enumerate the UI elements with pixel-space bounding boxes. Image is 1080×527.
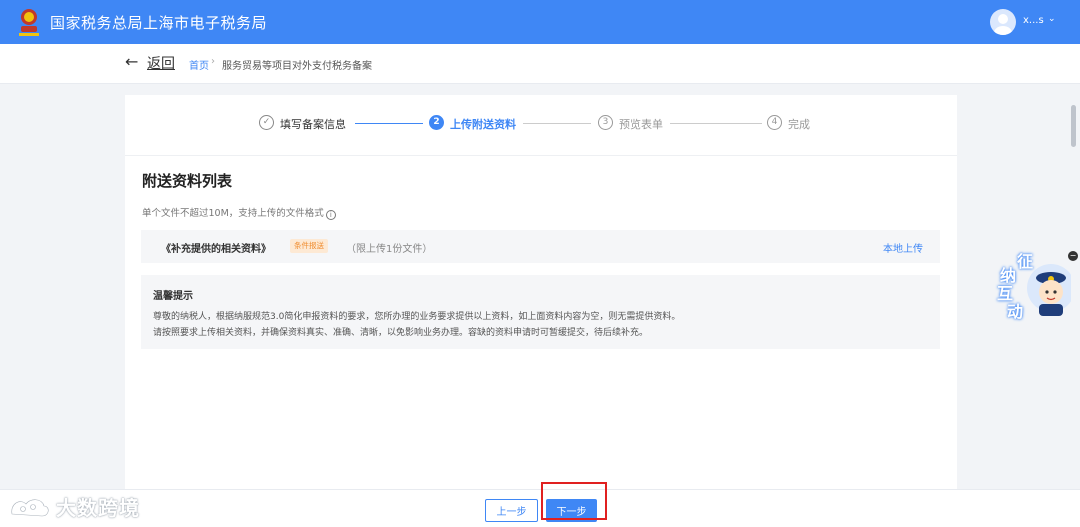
breadcrumb-separator: ›: [211, 56, 215, 67]
upload-hint: 单个文件不超过10M，支持上传的文件格式 i: [142, 205, 336, 220]
user-avatar[interactable]: [990, 9, 1016, 35]
step-2-label: 上传附送资料: [450, 118, 516, 131]
main-card: ✓ 填写备案信息 2 上传附送资料 3 预览表单 4 完成 附送资料列表 单个文…: [125, 95, 957, 490]
step-3-number: 3: [598, 115, 613, 130]
conditional-badge: 条件报送: [290, 239, 328, 253]
breadcrumb-bar: ← 返回 首页 › 服务贸易等项目对外支付税务备案: [0, 44, 1080, 84]
step-1-label: 填写备案信息: [280, 118, 346, 131]
user-icon: [994, 14, 1012, 35]
widget-char-4: 动: [1007, 302, 1024, 321]
info-icon[interactable]: i: [325, 210, 336, 220]
attachment-limit: （限上传1份文件）: [346, 244, 433, 255]
watermark-logo-icon: [10, 498, 50, 517]
watermark: 大数跨境: [8, 492, 140, 521]
steps-divider: [125, 155, 957, 156]
tax-emblem-icon: [19, 9, 39, 36]
step-connector-2: [523, 123, 591, 124]
prev-step-button[interactable]: 上一步: [485, 499, 538, 522]
app-title: 国家税务总局上海市电子税务局: [50, 14, 268, 32]
upload-hint-text: 单个文件不超过10M，支持上传的文件格式: [142, 208, 324, 219]
footer-bar: 上一步 下一步: [0, 489, 1080, 527]
step-4-number: 4: [767, 115, 782, 130]
widget-char-1: 征: [1017, 252, 1034, 271]
top-bar: 国家税务总局上海市电子税务局 x...s ⌄: [0, 0, 1080, 44]
watermark-text: 大数跨境: [56, 496, 140, 520]
local-upload-link[interactable]: 本地上传: [883, 240, 923, 255]
breadcrumb-home[interactable]: 首页: [189, 57, 209, 72]
attachment-row: 《补充提供的相关资料》 条件报送 （限上传1份文件） 本地上传: [141, 230, 940, 263]
tip-line-2: 请按照要求上传相关资料，并确保资料真实、准确、清晰，以免影响业务办理。容缺的资料…: [153, 328, 649, 338]
tip-box: 温馨提示 尊敬的纳税人，根据纳服规范3.0简化申报资料的要求，您所办理的业务要求…: [141, 275, 940, 349]
step-connector-3: [670, 123, 762, 124]
widget-close-icon[interactable]: −: [1068, 251, 1078, 261]
back-link[interactable]: 返回: [147, 53, 175, 73]
chevron-down-icon[interactable]: ⌄: [1048, 14, 1056, 24]
tip-title: 温馨提示: [153, 291, 193, 302]
tip-line-1: 尊敬的纳税人，根据纳服规范3.0简化申报资料的要求，您所办理的业务要求提供以上资…: [153, 312, 681, 322]
attachment-name: 《补充提供的相关资料》: [161, 244, 271, 255]
section-title: 附送资料列表: [142, 172, 233, 190]
step-connector-1: [355, 123, 423, 124]
breadcrumb-current: 服务贸易等项目对外支付税务备案: [222, 61, 372, 72]
back-arrow-icon[interactable]: ←: [125, 52, 138, 71]
next-step-button[interactable]: 下一步: [546, 499, 597, 522]
step-1-check-icon: ✓: [259, 115, 274, 130]
step-4-label: 完成: [788, 118, 810, 131]
username[interactable]: x...s: [1023, 15, 1044, 26]
step-3-label: 预览表单: [619, 118, 663, 131]
interaction-widget[interactable]: 征 纳 互 动: [997, 248, 1075, 321]
step-2-number: 2: [429, 115, 444, 130]
scrollbar[interactable]: [1071, 105, 1076, 147]
